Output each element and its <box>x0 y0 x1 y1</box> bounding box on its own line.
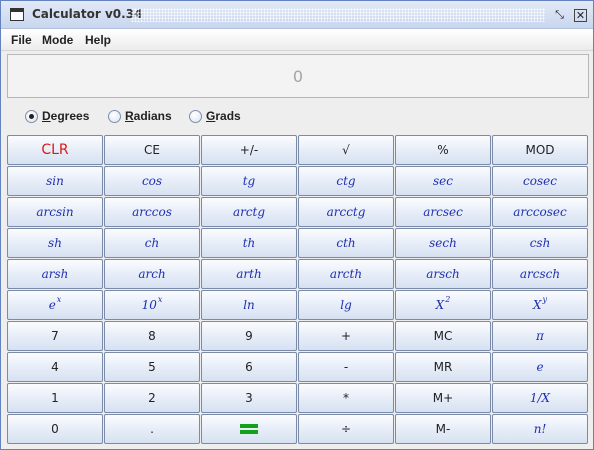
power-superscript: y <box>542 294 548 304</box>
calculator-window: Calculator v0.34 ⤡ ✕ File Mode Help 0 De… <box>0 0 594 450</box>
clr-button[interactable]: CLR <box>7 135 103 165</box>
arsh-button[interactable]: arsh <box>7 259 103 289</box>
pi-button[interactable]: π <box>492 321 588 351</box>
angle-mode-group: Degrees Radians Grads <box>1 105 593 129</box>
pow10-superscript: x <box>157 294 163 304</box>
exp-button[interactable]: ex <box>7 290 103 320</box>
sh-button[interactable]: sh <box>7 228 103 258</box>
arcsin-button[interactable]: arcsin <box>7 197 103 227</box>
radio-radians-label[interactable]: Radians <box>125 109 172 123</box>
radio-radians-mnemonic: R <box>125 109 134 123</box>
arcctg-button[interactable]: arcctg <box>298 197 394 227</box>
arccos-button[interactable]: arccos <box>104 197 200 227</box>
sin-button[interactable]: sin <box>7 166 103 196</box>
close-icon[interactable]: ✕ <box>574 9 587 22</box>
square-button[interactable]: X2 <box>395 290 491 320</box>
display-value: 0 <box>292 67 304 86</box>
reciprocal-button[interactable]: 1/X <box>492 383 588 413</box>
ctg-button[interactable]: ctg <box>298 166 394 196</box>
pow10-button[interactable]: 10 x <box>104 290 200 320</box>
radio-grads-mnemonic: G <box>206 109 216 123</box>
title-bar[interactable]: Calculator v0.34 ⤡ ✕ <box>1 1 593 29</box>
digit-3-button[interactable]: 3 <box>201 383 297 413</box>
minus-button[interactable]: - <box>298 352 394 382</box>
factorial-button[interactable]: n! <box>492 414 588 444</box>
lg-label: lg <box>340 298 352 312</box>
menu-file[interactable]: File <box>11 33 32 47</box>
exp-base: e <box>48 298 56 312</box>
tg-button[interactable]: tg <box>201 166 297 196</box>
radio-degrees-text: egrees <box>50 109 90 123</box>
sec-button[interactable]: sec <box>395 166 491 196</box>
digit-6-button[interactable]: 6 <box>201 352 297 382</box>
radio-degrees-mnemonic: D <box>42 109 51 123</box>
digit-9-button[interactable]: 9 <box>201 321 297 351</box>
mr-button[interactable]: MR <box>395 352 491 382</box>
multiply-button[interactable]: * <box>298 383 394 413</box>
radio-radians-indicator[interactable] <box>108 110 121 123</box>
radio-grads-text: rads <box>215 109 241 123</box>
power-button[interactable]: Xy <box>492 290 588 320</box>
radio-degrees-indicator[interactable] <box>25 110 38 123</box>
arccosec-button[interactable]: arccosec <box>492 197 588 227</box>
m-plus-button[interactable]: M+ <box>395 383 491 413</box>
radio-degrees-label[interactable]: Degrees <box>42 109 89 123</box>
digit-4-button[interactable]: 4 <box>7 352 103 382</box>
sqrt-button[interactable]: √ <box>298 135 394 165</box>
square-superscript: 2 <box>445 294 451 304</box>
plus-button[interactable]: + <box>298 321 394 351</box>
keypad: CLR CE +/- √ % MOD sin cos tg ctg sec co… <box>7 135 589 447</box>
menu-mode[interactable]: Mode <box>42 33 73 47</box>
menu-bar: File Mode Help <box>1 29 593 51</box>
cth-button[interactable]: cth <box>298 228 394 258</box>
result-display: 0 <box>7 54 589 98</box>
power-base: X <box>532 298 542 312</box>
exp-superscript: x <box>56 294 62 304</box>
arctg-button[interactable]: arctg <box>201 197 297 227</box>
arcth-button[interactable]: arcth <box>298 259 394 289</box>
digit-2-button[interactable]: 2 <box>104 383 200 413</box>
euler-button[interactable]: e <box>492 352 588 382</box>
ch-button[interactable]: ch <box>104 228 200 258</box>
divide-button[interactable]: ÷ <box>298 414 394 444</box>
decimal-button[interactable]: . <box>104 414 200 444</box>
mc-button[interactable]: MC <box>395 321 491 351</box>
cos-button[interactable]: cos <box>104 166 200 196</box>
equals-icon <box>240 423 258 435</box>
ln-label: ln <box>243 298 255 312</box>
window-icon <box>10 8 24 21</box>
digit-7-button[interactable]: 7 <box>7 321 103 351</box>
negate-button[interactable]: +/- <box>201 135 297 165</box>
ce-button[interactable]: CE <box>104 135 200 165</box>
equals-button[interactable] <box>201 414 297 444</box>
digit-8-button[interactable]: 8 <box>104 321 200 351</box>
th-button[interactable]: th <box>201 228 297 258</box>
arsch-button[interactable]: arsch <box>395 259 491 289</box>
cosec-button[interactable]: cosec <box>492 166 588 196</box>
radio-grads-label[interactable]: Grads <box>206 109 241 123</box>
arcsec-button[interactable]: arcsec <box>395 197 491 227</box>
square-base: X <box>435 298 445 312</box>
radio-radians-text: adians <box>133 109 172 123</box>
arth-button[interactable]: arth <box>201 259 297 289</box>
mod-button[interactable]: MOD <box>492 135 588 165</box>
pow10-base: 10 <box>141 298 157 312</box>
ln-button[interactable]: ln <box>201 290 297 320</box>
digit-5-button[interactable]: 5 <box>104 352 200 382</box>
menu-help[interactable]: Help <box>85 33 111 47</box>
radio-grads-indicator[interactable] <box>189 110 202 123</box>
restore-icon[interactable]: ⤡ <box>553 9 566 22</box>
percent-button[interactable]: % <box>395 135 491 165</box>
lg-button[interactable]: lg <box>298 290 394 320</box>
digit-1-button[interactable]: 1 <box>7 383 103 413</box>
sech-button[interactable]: sech <box>395 228 491 258</box>
arcsch-button[interactable]: arcsch <box>492 259 588 289</box>
digit-0-button[interactable]: 0 <box>7 414 103 444</box>
arch-button[interactable]: arch <box>104 259 200 289</box>
title-bar-grip <box>131 8 545 22</box>
csh-button[interactable]: csh <box>492 228 588 258</box>
m-minus-button[interactable]: M- <box>395 414 491 444</box>
window-title: Calculator v0.34 <box>32 7 143 21</box>
